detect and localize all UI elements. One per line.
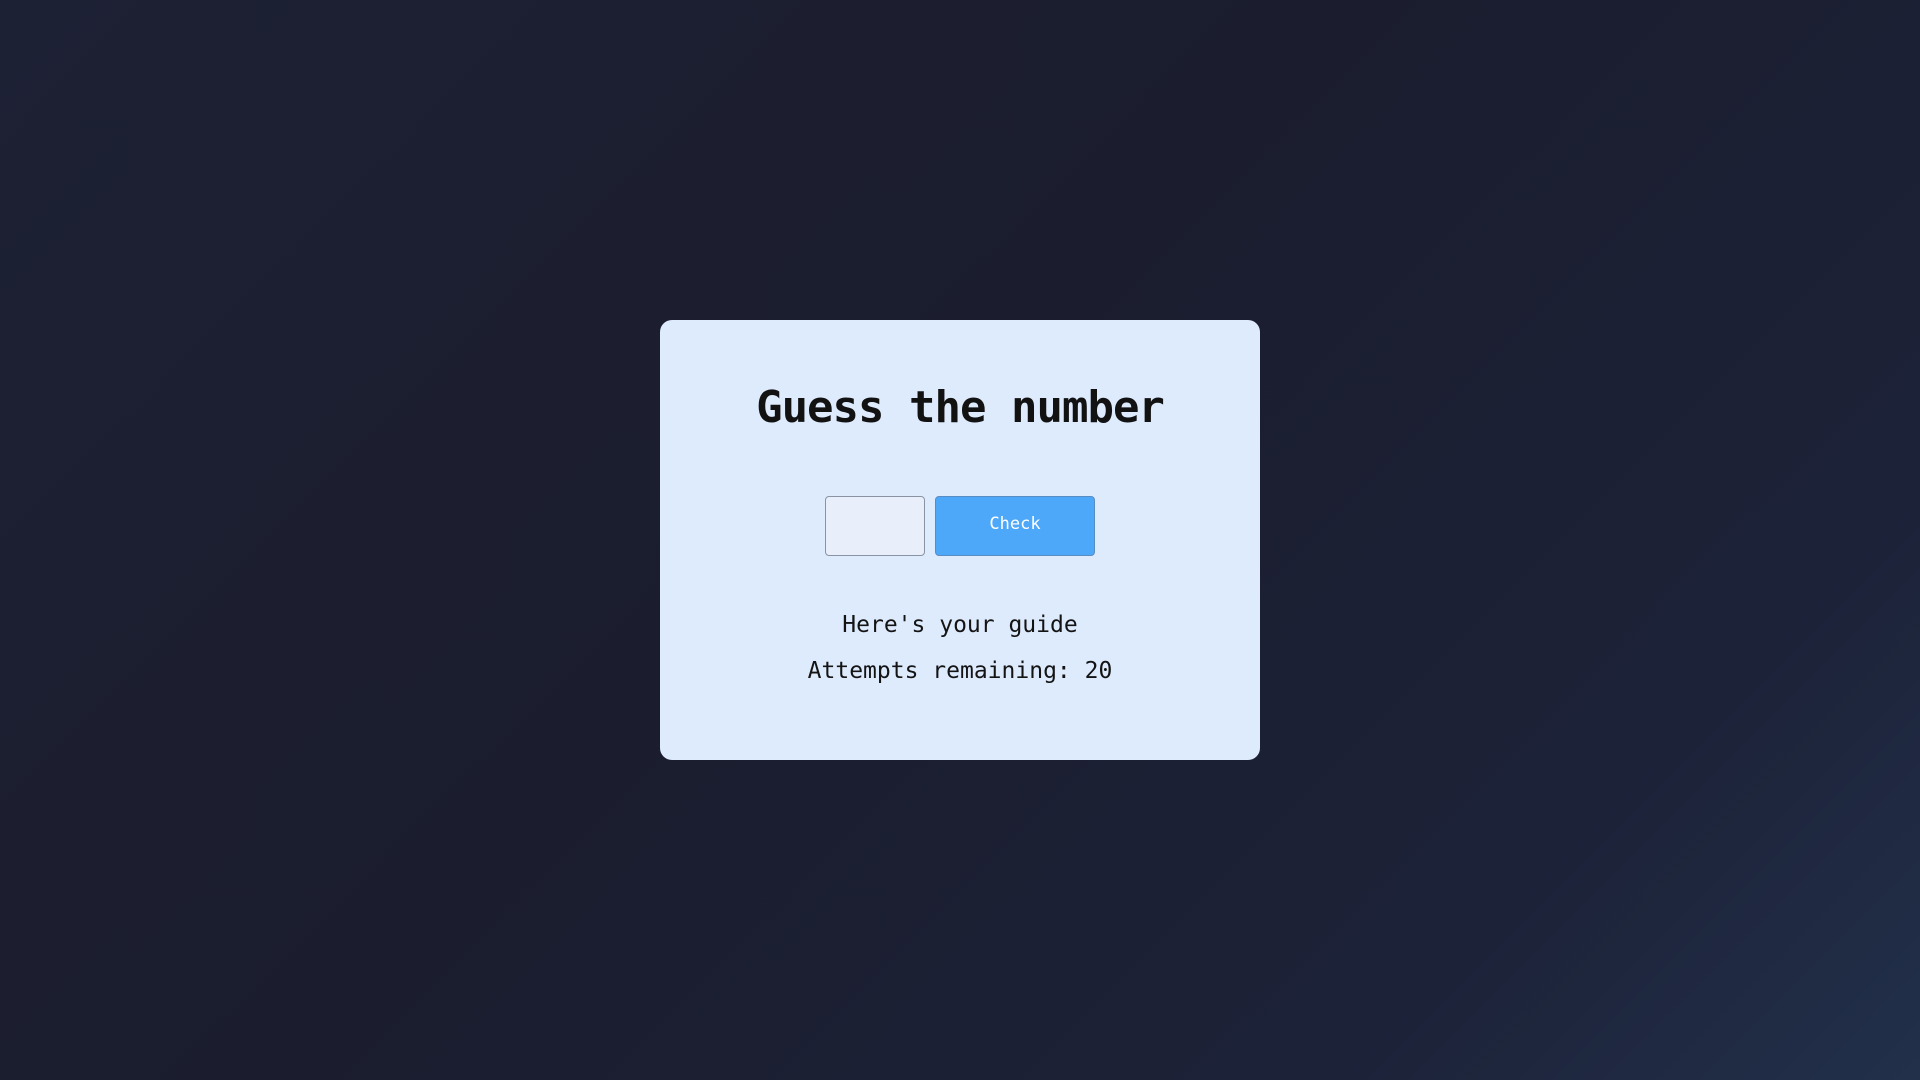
game-title: Guess the number	[756, 382, 1165, 433]
guide-message: Here's your guide	[842, 612, 1078, 638]
attempts-remaining: Attempts remaining: 20	[660, 658, 1260, 686]
game-card: Guess the number Check Here's your guide…	[660, 320, 1260, 760]
attempts-count: 20	[1084, 658, 1113, 684]
check-button[interactable]: Check	[935, 496, 1095, 556]
guess-input[interactable]	[825, 496, 925, 556]
guess-controls: Check	[660, 496, 1260, 556]
attempts-label: Attempts remaining:	[807, 658, 1085, 684]
